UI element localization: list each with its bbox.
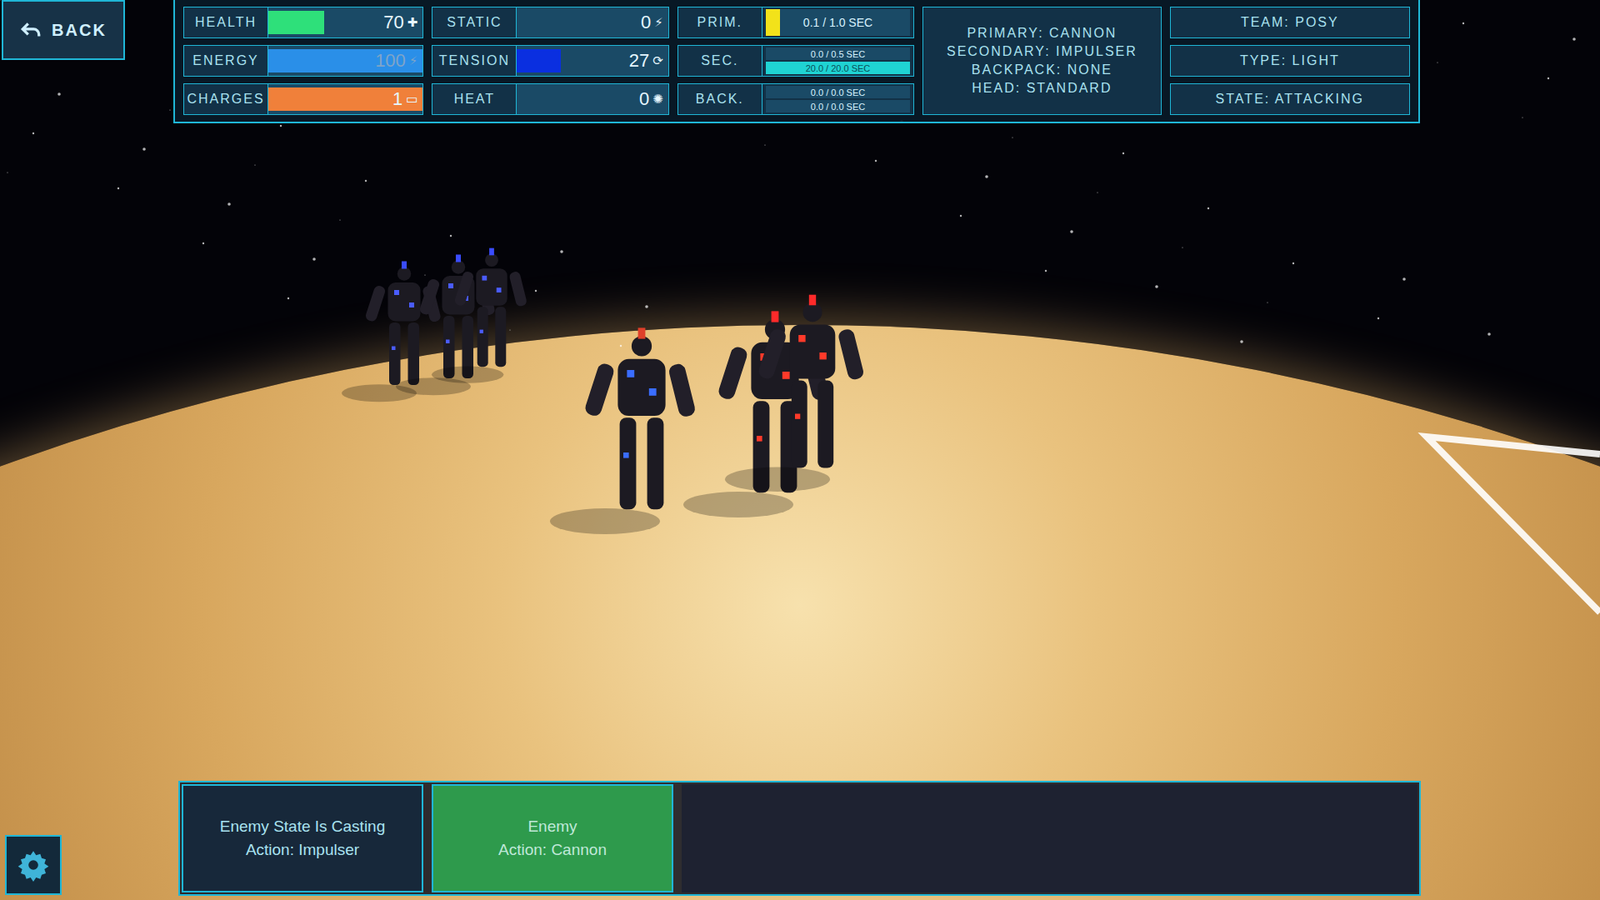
condition-row: STATIC0⚡	[431, 6, 669, 39]
cooldown-bar: 0.1 / 1.0 SEC	[765, 9, 910, 36]
cooldown-label: SEC.	[678, 45, 763, 76]
game-screen: BACKHEALTH70✚ENERGY100⚡CHARGES1▭STATIC0⚡…	[0, 0, 1600, 900]
condition-row: HEAT0✺	[431, 83, 669, 115]
cooldown-bar: 0.0 / 0.0 SEC	[765, 85, 910, 99]
condition-value: 27	[629, 50, 650, 72]
condition-icon: ⟳	[652, 53, 664, 69]
condition-column: STATIC0⚡TENSION27⟳HEAT0✺	[431, 6, 669, 115]
stat-label: HEALTH	[184, 7, 269, 38]
stat-value: 70	[383, 11, 404, 34]
gear-icon	[16, 848, 50, 882]
status-panel: HEALTH70✚ENERGY100⚡CHARGES1▭STATIC0⚡TENS…	[173, 0, 1420, 124]
action-text: Action: Impulser	[245, 840, 360, 860]
cooldown-bar: 20.0 / 20.0 SEC	[765, 61, 910, 75]
action-log: Enemy State Is CastingAction: ImpulserEn…	[178, 780, 1421, 896]
action-card[interactable]: Enemy Action: Cannon	[431, 784, 674, 893]
info-column: TEAM: POSY TYPE: LIGHT STATE: ATTACKING	[1170, 6, 1410, 115]
condition-icon: ⚡	[654, 15, 664, 30]
condition-fill	[516, 49, 561, 73]
loadout-item: SECONDARY: IMPULSER	[946, 44, 1138, 60]
top-hud: BACKHEALTH70✚ENERGY100⚡CHARGES1▭STATIC0⚡…	[0, 0, 1420, 124]
stat-bar: 100⚡	[268, 45, 423, 76]
loadout-item: PRIMARY: CANNON	[966, 25, 1117, 41]
stat-row: HEALTH70✚	[183, 6, 424, 39]
action-text: Enemy State Is Casting	[220, 817, 386, 836]
condition-value: 0	[640, 11, 651, 34]
back-arrow-icon	[20, 19, 42, 41]
loadout-panel: PRIMARY: CANNON SECONDARY: IMPULSER BACKPA…	[922, 6, 1161, 115]
stat-bar: 70✚	[268, 7, 423, 38]
game-scene	[0, 0, 1600, 900]
cooldown-bars: 0.0 / 0.5 SEC 20.0 / 20.0 SEC	[762, 45, 914, 76]
battle-figures	[0, 0, 1600, 900]
stat-icon: ▭	[405, 91, 418, 107]
condition-label: STATIC	[432, 7, 517, 38]
cooldown-reading: 20.0 / 20.0 SEC	[805, 63, 871, 74]
stat-value: 100	[375, 50, 406, 72]
action-card[interactable]: Enemy State Is Casting Action: Impulser	[181, 784, 424, 893]
back-label: BACK	[51, 20, 107, 40]
cooldown-label: BACK.	[678, 84, 763, 115]
cooldown-bar: 0.0 / 0.5 SEC	[765, 47, 910, 60]
action-text: Enemy	[527, 817, 577, 836]
condition-label: HEAT	[432, 84, 517, 115]
cooldown-row: BACK. 0.0 / 0.0 SEC 0.0 / 0.0 SEC	[677, 83, 915, 115]
stat-icon: ⚡	[409, 53, 419, 69]
cooldown-reading: 0.1 / 1.0 SEC	[803, 15, 873, 30]
back-button[interactable]: BACK	[1, 0, 125, 60]
loadout-item: HEAD: STANDARD	[971, 80, 1112, 96]
stat-fill	[268, 10, 325, 35]
condition-bar: 27⟳	[516, 45, 668, 76]
action-text: Action: Cannon	[498, 840, 607, 860]
condition-bar: 0✺	[516, 84, 668, 115]
stat-label: ENERGY	[184, 45, 269, 76]
settings-button[interactable]	[5, 835, 62, 895]
condition-bar: 0⚡	[516, 7, 668, 38]
stat-value: 1	[392, 88, 403, 110]
cooldown-reading: 0.0 / 0.5 SEC	[810, 49, 865, 60]
info-item: TEAM: POSY	[1170, 6, 1410, 39]
condition-row: TENSION27⟳	[431, 45, 669, 77]
info-item: TYPE: LIGHT	[1170, 45, 1410, 77]
action-empty	[681, 784, 1418, 893]
vitals-column: HEALTH70✚ENERGY100⚡CHARGES1▭	[183, 6, 424, 115]
cooldown-bar: 0.0 / 0.0 SEC	[765, 100, 910, 113]
cooldown-row: PRIM. 0.1 / 1.0 SEC	[677, 6, 915, 39]
stat-bar: 1▭	[268, 84, 423, 115]
stat-row: ENERGY100⚡	[183, 45, 424, 77]
cooldown-bars: 0.0 / 0.0 SEC 0.0 / 0.0 SEC	[762, 84, 914, 115]
stat-icon: ✚	[407, 15, 419, 30]
robot-figure	[431, 248, 528, 384]
robot-figure	[725, 295, 865, 492]
condition-label: TENSION	[432, 45, 517, 76]
cooldown-row: SEC. 0.0 / 0.5 SEC 20.0 / 20.0 SEC	[677, 45, 915, 77]
cooldown-column: PRIM. 0.1 / 1.0 SEC SEC. 0.0 / 0.5 SEC 20.0 …	[677, 6, 915, 115]
stat-label: CHARGES	[184, 84, 269, 115]
cooldown-reading: 0.0 / 0.0 SEC	[810, 87, 865, 98]
condition-icon: ✺	[652, 91, 664, 107]
cooldown-bars: 0.1 / 1.0 SEC	[762, 7, 914, 38]
condition-value: 0	[639, 88, 650, 110]
cooldown-fill	[765, 9, 780, 36]
robot-figure	[550, 327, 697, 535]
cooldown-label: PRIM.	[678, 7, 763, 38]
loadout-item: BACKPACK: NONE	[971, 62, 1113, 78]
info-item: STATE: ATTACKING	[1170, 83, 1410, 115]
cooldown-reading: 0.0 / 0.0 SEC	[810, 101, 865, 112]
stat-row: CHARGES1▭	[183, 83, 424, 115]
